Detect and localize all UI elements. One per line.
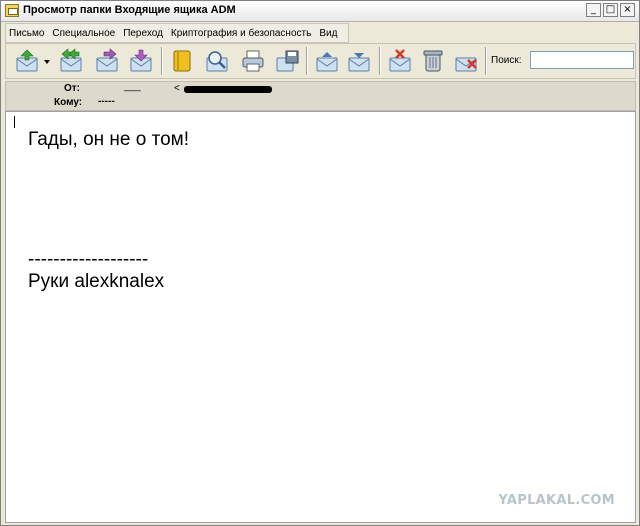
search-label: Поиск: [491, 55, 522, 66]
menu-crypto[interactable]: Криптография и безопасность [171, 28, 311, 39]
to-label: Кому: [54, 97, 83, 108]
toolbar: Поиск: [5, 43, 636, 79]
toolbar-separator [485, 47, 487, 75]
save-icon[interactable] [274, 48, 300, 74]
search-input[interactable] [530, 51, 634, 69]
message-header: От: ___ < Кому: ----- [5, 81, 636, 111]
receive-icon[interactable] [14, 48, 40, 74]
window-title: Просмотр папки Входящие ящика ADM [23, 4, 236, 16]
forward-icon[interactable] [94, 48, 120, 74]
reply-all-icon[interactable] [58, 48, 84, 74]
redacted-address [184, 86, 272, 93]
message-text: Гады, он не о том! [28, 129, 190, 150]
trash-icon[interactable] [420, 48, 446, 74]
move-down-icon[interactable] [346, 48, 372, 74]
mail-window: Просмотр папки Входящие ящика ADM _ □ × … [0, 0, 640, 526]
menu-go[interactable]: Переход [123, 28, 163, 39]
signature-text: Руки alexknalex [28, 271, 165, 292]
message-body[interactable]: Гады, он не о том! ------------------- Р… [5, 111, 636, 523]
toolbar-separator [379, 47, 381, 75]
dropdown-arrow-icon[interactable] [43, 58, 51, 66]
from-value: ___ [124, 81, 141, 92]
send-icon[interactable] [128, 48, 154, 74]
menu-special[interactable]: Специальное [52, 28, 115, 39]
delete-mark-icon[interactable] [387, 48, 413, 74]
signature-separator: ------------------- [28, 249, 149, 270]
from-address-bracket: < [174, 83, 180, 94]
mail-app-icon [5, 4, 19, 17]
move-up-icon[interactable] [314, 48, 340, 74]
toolbar-separator [306, 47, 308, 75]
window-controls: _ □ × [586, 3, 635, 17]
toolbar-separator [161, 47, 163, 75]
watermark: YAPLAKAL.COM [498, 493, 615, 508]
close-button[interactable]: × [620, 3, 635, 17]
maximize-button[interactable]: □ [603, 3, 618, 17]
title-bar: Просмотр папки Входящие ящика ADM _ □ × [1, 1, 639, 22]
minimize-button[interactable]: _ [586, 3, 601, 17]
print-icon[interactable] [240, 48, 266, 74]
menu-bar: Письмо Специальное Переход Криптография … [5, 23, 350, 43]
menu-view[interactable]: Вид [319, 28, 337, 39]
search-mail-icon[interactable] [204, 48, 230, 74]
to-value: ----- [98, 96, 115, 107]
address-book-icon[interactable] [169, 48, 195, 74]
menu-letter[interactable]: Письмо [9, 28, 44, 39]
from-label: От: [64, 83, 81, 94]
text-caret [14, 116, 15, 128]
delete-icon[interactable] [453, 48, 479, 74]
